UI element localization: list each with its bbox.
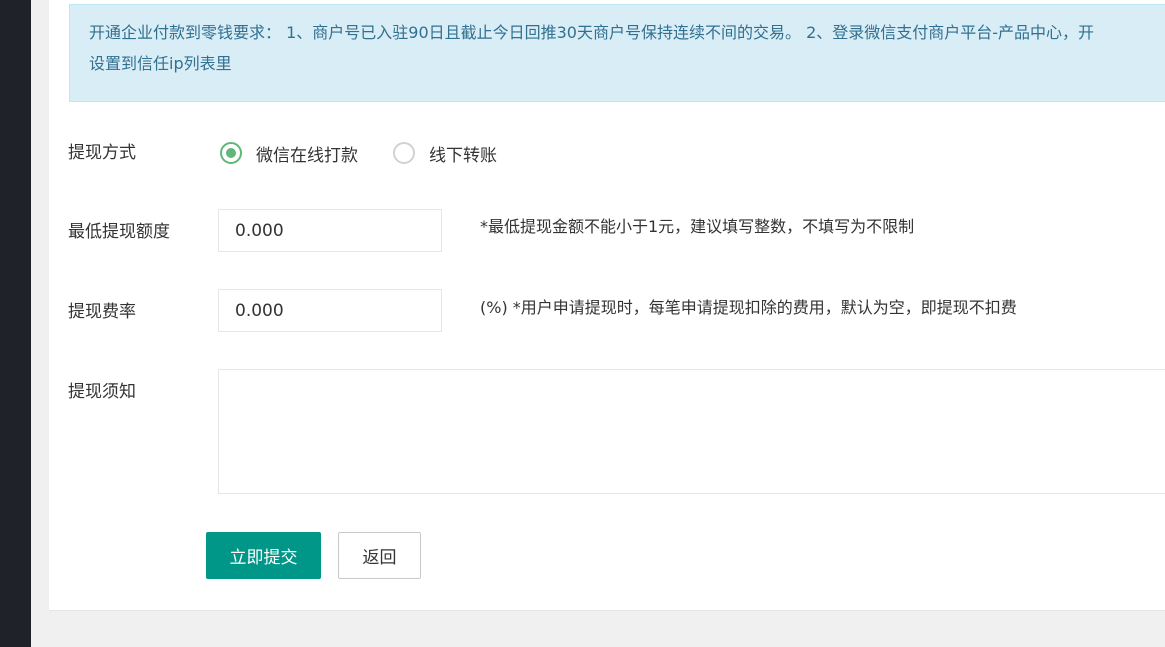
fee-rate-label: 提现费率 [68,302,136,322]
fee-rate-input[interactable] [218,289,442,332]
fee-rate-hint: (%) *用户申请提现时，每笔申请提现扣除的费用，默认为空，即提现不扣费 [480,298,1017,317]
min-amount-input[interactable] [218,209,442,252]
submit-button[interactable]: 立即提交 [206,532,321,579]
notice-line-1: 开通企业付款到零钱要求： 1、商户号已入驻90日且截止今日回推30天商户号保持连… [89,23,1095,42]
radio-unchecked-icon [393,142,415,164]
radio-wechat-online[interactable]: 微信在线打款 [220,140,358,166]
min-amount-hint: *最低提现金额不能小于1元，建议填写整数，不填写为不限制 [480,217,915,236]
radio-checked-icon [220,142,242,164]
min-amount-label: 最低提现额度 [68,222,170,242]
back-button[interactable]: 返回 [338,532,421,579]
notice-banner: 开通企业付款到零钱要求： 1、商户号已入驻90日且截止今日回推30天商户号保持连… [69,4,1165,102]
withdraw-notes-label: 提现须知 [68,382,136,402]
radio-offline-transfer[interactable]: 线下转账 [393,140,497,166]
radio-wechat-online-label: 微信在线打款 [256,145,358,166]
withdraw-notes-textarea[interactable] [218,369,1165,494]
radio-offline-transfer-label: 线下转账 [429,145,497,166]
sidebar [0,0,31,647]
notice-line-2: 设置到信任ip列表里 [89,54,232,73]
withdraw-method-label: 提现方式 [68,143,136,163]
